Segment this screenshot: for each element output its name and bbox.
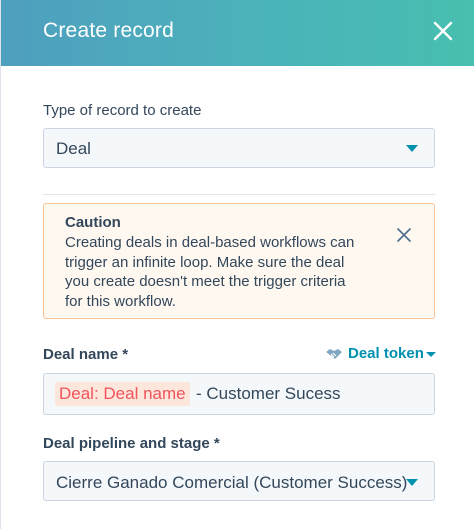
deal-name-token[interactable]: Deal: Deal name [55,382,190,406]
deal-token-label: Deal token [348,345,424,362]
deal-name-label: Deal name * [43,346,129,363]
record-type-value: Deal [56,139,91,158]
close-panel-button[interactable] [429,17,457,45]
caution-message: Creating deals in deal-based workflows c… [65,233,365,311]
caution-title: Caution [65,214,121,231]
caret-down-icon [406,145,418,152]
deal-name-input[interactable]: Deal: Deal name - Customer Sucess [43,373,435,415]
caution-alert: Caution Creating deals in deal-based wor… [43,203,435,319]
record-type-label: Type of record to create [43,102,202,119]
panel-title: Create record [43,19,174,42]
caret-down-icon [406,479,418,486]
pipeline-value: Cierre Ganado Comercial (Customer Succes… [56,473,408,492]
pipeline-label: Deal pipeline and stage * [43,435,220,452]
create-record-panel: Create record Type of record to create D… [0,0,474,529]
record-type-select[interactable]: Deal [43,128,435,168]
close-icon [397,228,411,242]
caution-line: for this workflow. [65,292,176,310]
chevron-down-icon [426,352,436,357]
dismiss-caution-button[interactable] [396,227,412,243]
close-icon [433,21,453,41]
panel-header: Create record [1,0,474,66]
deal-name-text: - Customer Sucess [196,384,341,403]
caution-line: you create doesn't meet the trigger crit… [65,273,346,290]
caution-line: Creating deals in deal-based workflows c… [65,234,355,251]
handshake-icon [326,349,342,359]
caution-line: trigger an infinite loop. Make sure the … [65,253,345,271]
pipeline-select[interactable]: Cierre Ganado Comercial (Customer Succes… [43,461,435,501]
section-divider [43,194,435,195]
